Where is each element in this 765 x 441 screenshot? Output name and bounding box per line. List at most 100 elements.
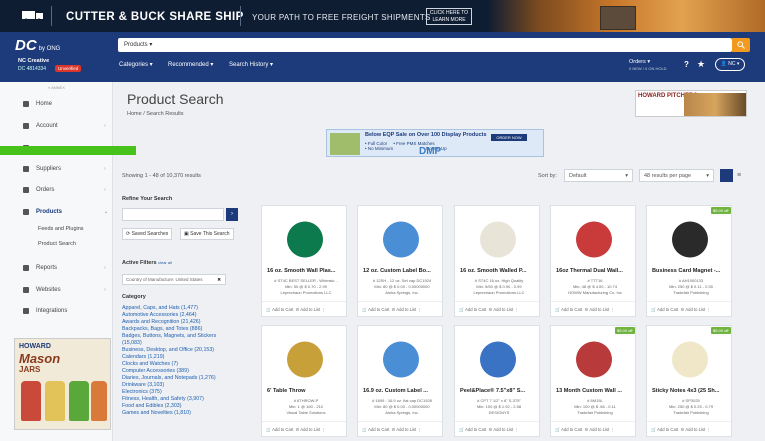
clear-all-link[interactable]: clear all bbox=[158, 260, 172, 265]
search-input[interactable] bbox=[118, 38, 732, 52]
add-to-list-button[interactable]: ☰ Add to List bbox=[392, 307, 416, 312]
close-icon[interactable]: ✖ bbox=[217, 277, 221, 283]
sidebar-item-websites[interactable]: Websites › bbox=[0, 284, 113, 298]
breadcrumb-home[interactable]: Home bbox=[127, 111, 142, 117]
product-image[interactable] bbox=[562, 212, 626, 262]
product-card[interactable]: 16.9 oz. Custom Label ... # 1699 - 16.9 o… bbox=[357, 325, 443, 437]
category-link[interactable]: Drinkware (3,103) bbox=[122, 382, 164, 388]
product-card[interactable]: 16 oz. Smooth Walled P... # ST4C 16 oz. H… bbox=[454, 205, 540, 317]
add-to-cart-button[interactable]: 🛒 Add to Cart bbox=[651, 307, 678, 312]
add-to-list-button[interactable]: ☰ Add to List bbox=[296, 307, 320, 312]
dc-logo[interactable]: DC by ONG bbox=[15, 37, 60, 54]
product-name[interactable]: 12 oz. Custom Label Bo... bbox=[363, 268, 441, 274]
category-link[interactable]: Games and Novelties (1,810) bbox=[122, 410, 191, 416]
product-name[interactable]: 13 Month Custom Wall ... bbox=[556, 388, 634, 394]
product-name[interactable]: 6' Table Throw bbox=[267, 388, 345, 394]
add-to-cart-button[interactable]: 🛒 Add to Cart bbox=[266, 427, 293, 432]
category-link[interactable]: Calendars (1,219) bbox=[122, 354, 164, 360]
sidebar-subitem-feeds[interactable]: Feeds and Plugins bbox=[38, 226, 84, 232]
product-name[interactable]: 16oz Thermal Dual Wall... bbox=[556, 268, 634, 274]
category-link[interactable]: Backpacks, Bags, and Totes (886) bbox=[122, 326, 202, 332]
user-menu-button[interactable]: 👤 NC ▾ bbox=[715, 58, 745, 71]
add-to-list-button[interactable]: ☰ Add to List bbox=[489, 307, 513, 312]
product-name[interactable]: 16.9 oz. Custom Label ... bbox=[363, 388, 441, 394]
add-to-list-button[interactable]: ☰ Add to List bbox=[585, 427, 609, 432]
product-card[interactable]: $5.00 off 13 Month Custom Wall ... # 6M15L… bbox=[550, 325, 636, 437]
nav-categories[interactable]: Categories ▾ bbox=[119, 61, 153, 68]
add-to-cart-button[interactable]: 🛒 Add to Cart bbox=[266, 307, 293, 312]
mason-jars-ad[interactable]: HOWARD Mason JARS bbox=[14, 338, 111, 430]
category-link[interactable]: Fitness, Health, and Safety (3,907) bbox=[122, 396, 204, 402]
product-card[interactable]: 12 oz. Custom Label Bo... # 12SH - 12 oz.… bbox=[357, 205, 443, 317]
category-link[interactable]: Clocks and Watches (7) bbox=[122, 361, 178, 367]
per-page-select[interactable]: 48 results per page ▾ bbox=[639, 169, 714, 182]
product-image[interactable] bbox=[658, 212, 722, 262]
product-name[interactable]: Peel&Place® 7.5"x8" S... bbox=[460, 388, 538, 394]
category-link[interactable]: Automotive Accessories (2,464) bbox=[122, 312, 197, 318]
add-to-list-button[interactable]: ☰ Add to List bbox=[681, 427, 705, 432]
sidebar-item-home[interactable]: Home bbox=[0, 98, 113, 112]
pitchers-ad[interactable]: HOWARD PITCHERS bbox=[635, 90, 747, 117]
ad-order-now-button[interactable]: ORDER NOW bbox=[491, 134, 527, 141]
promo-banner[interactable]: CUTTER & BUCK SHARE SHIP YOUR PATH TO FR… bbox=[0, 0, 765, 32]
product-card[interactable]: 16oz Thermal Dual Wall... # TTT16 Min: 48 … bbox=[550, 205, 636, 317]
product-name[interactable]: 16 oz. Smooth Wall Plas... bbox=[267, 268, 345, 274]
sidebar-subitem-product-search[interactable]: Product Search bbox=[38, 241, 76, 247]
category-link[interactable]: Food and Edibles (2,303) bbox=[122, 403, 181, 409]
add-to-list-button[interactable]: ☰ Add to List bbox=[585, 307, 609, 312]
add-to-cart-button[interactable]: 🛒 Add to Cart bbox=[651, 427, 678, 432]
category-link[interactable]: Apparel, Caps, and Hats (1,477) bbox=[122, 305, 198, 311]
nav-recommended[interactable]: Recommended ▾ bbox=[168, 61, 213, 68]
add-to-cart-button[interactable]: 🛒 Add to Cart bbox=[362, 307, 389, 312]
product-image[interactable] bbox=[273, 332, 337, 382]
product-card[interactable]: $5.00 off Sticky Notes 4x3 (25 Sh... # SP3… bbox=[646, 325, 732, 437]
sort-select[interactable]: Default ▾ bbox=[564, 169, 633, 182]
add-to-list-button[interactable]: ☰ Add to List bbox=[296, 427, 320, 432]
product-image[interactable] bbox=[658, 332, 722, 382]
product-image[interactable] bbox=[466, 212, 530, 262]
refine-search-input[interactable] bbox=[122, 208, 224, 221]
sidebar-collapse-toggle[interactable]: « ANNEX bbox=[48, 85, 65, 90]
help-icon[interactable]: ? bbox=[684, 60, 689, 69]
category-link[interactable]: Diaries, Journals, and Notepads (1,276) bbox=[122, 375, 216, 381]
product-card[interactable]: $5.00 off Business Card Magnet -... # AH10… bbox=[646, 205, 732, 317]
product-card[interactable]: 6' Table Throw # 6THROW-P Min: 1 @ 160 - 2… bbox=[261, 325, 347, 437]
sidebar-item-reports[interactable]: Reports › bbox=[0, 262, 113, 276]
add-to-cart-button[interactable]: 🛒 Add to Cart bbox=[362, 427, 389, 432]
search-button[interactable] bbox=[732, 38, 750, 52]
category-link[interactable]: Awards and Recognition (21,426) bbox=[122, 319, 201, 325]
refine-search-button[interactable]: › bbox=[226, 208, 238, 221]
nav-search-history[interactable]: Search History ▾ bbox=[229, 61, 273, 68]
star-icon[interactable]: ★ bbox=[697, 59, 705, 70]
product-image[interactable] bbox=[369, 212, 433, 262]
product-image[interactable] bbox=[369, 332, 433, 382]
add-to-list-button[interactable]: ☰ Add to List bbox=[681, 307, 705, 312]
saved-searches-button[interactable]: ⟳ Saved Searches bbox=[122, 228, 173, 240]
sidebar-item-suppliers[interactable]: Suppliers › bbox=[0, 163, 113, 177]
grid-view-icon[interactable] bbox=[720, 169, 733, 182]
product-image[interactable] bbox=[273, 212, 337, 262]
product-name[interactable]: Business Card Magnet -... bbox=[652, 268, 730, 274]
dmp-display-ad[interactable]: Below EQP Sale on Over 100 Display Produ… bbox=[326, 129, 544, 157]
banner-cta-button[interactable]: CLICK HERE TO LEARN MORE bbox=[426, 8, 472, 25]
category-link[interactable]: Electronics (375) bbox=[122, 389, 162, 395]
sidebar-item-integrations[interactable]: Integrations bbox=[0, 305, 113, 319]
search-scope-select[interactable]: Products ▾ bbox=[124, 41, 152, 48]
category-link[interactable]: Business, Desktop, and Office (20,153) bbox=[122, 347, 214, 353]
product-card[interactable]: Peel&Place® 7.5"x8" S... # CPT 7 1/2" x 8… bbox=[454, 325, 540, 437]
save-search-button[interactable]: ▣ Save This Search bbox=[180, 228, 234, 240]
sidebar-item-account[interactable]: Account › bbox=[0, 120, 113, 134]
add-to-list-button[interactable]: ☰ Add to List bbox=[392, 427, 416, 432]
add-to-cart-button[interactable]: 🛒 Add to Cart bbox=[555, 427, 582, 432]
category-link[interactable]: Computer Accessories (389) bbox=[122, 368, 189, 374]
product-image[interactable] bbox=[466, 332, 530, 382]
add-to-list-button[interactable]: ☰ Add to List bbox=[489, 427, 513, 432]
category-link[interactable]: Badges, Buttons, Magnets, and Stickers (… bbox=[122, 333, 232, 347]
product-card[interactable]: 16 oz. Smooth Wall Plas... # ST4C BEST SE… bbox=[261, 205, 347, 317]
orders-link[interactable]: Orders ▾ bbox=[629, 59, 650, 65]
sidebar-item-orders[interactable]: Orders › bbox=[0, 184, 113, 198]
add-to-cart-button[interactable]: 🛒 Add to Cart bbox=[459, 307, 486, 312]
add-to-cart-button[interactable]: 🛒 Add to Cart bbox=[459, 427, 486, 432]
list-view-icon[interactable]: ≡ bbox=[737, 172, 741, 179]
sidebar-item-products[interactable]: Products ⌄ bbox=[0, 206, 113, 220]
